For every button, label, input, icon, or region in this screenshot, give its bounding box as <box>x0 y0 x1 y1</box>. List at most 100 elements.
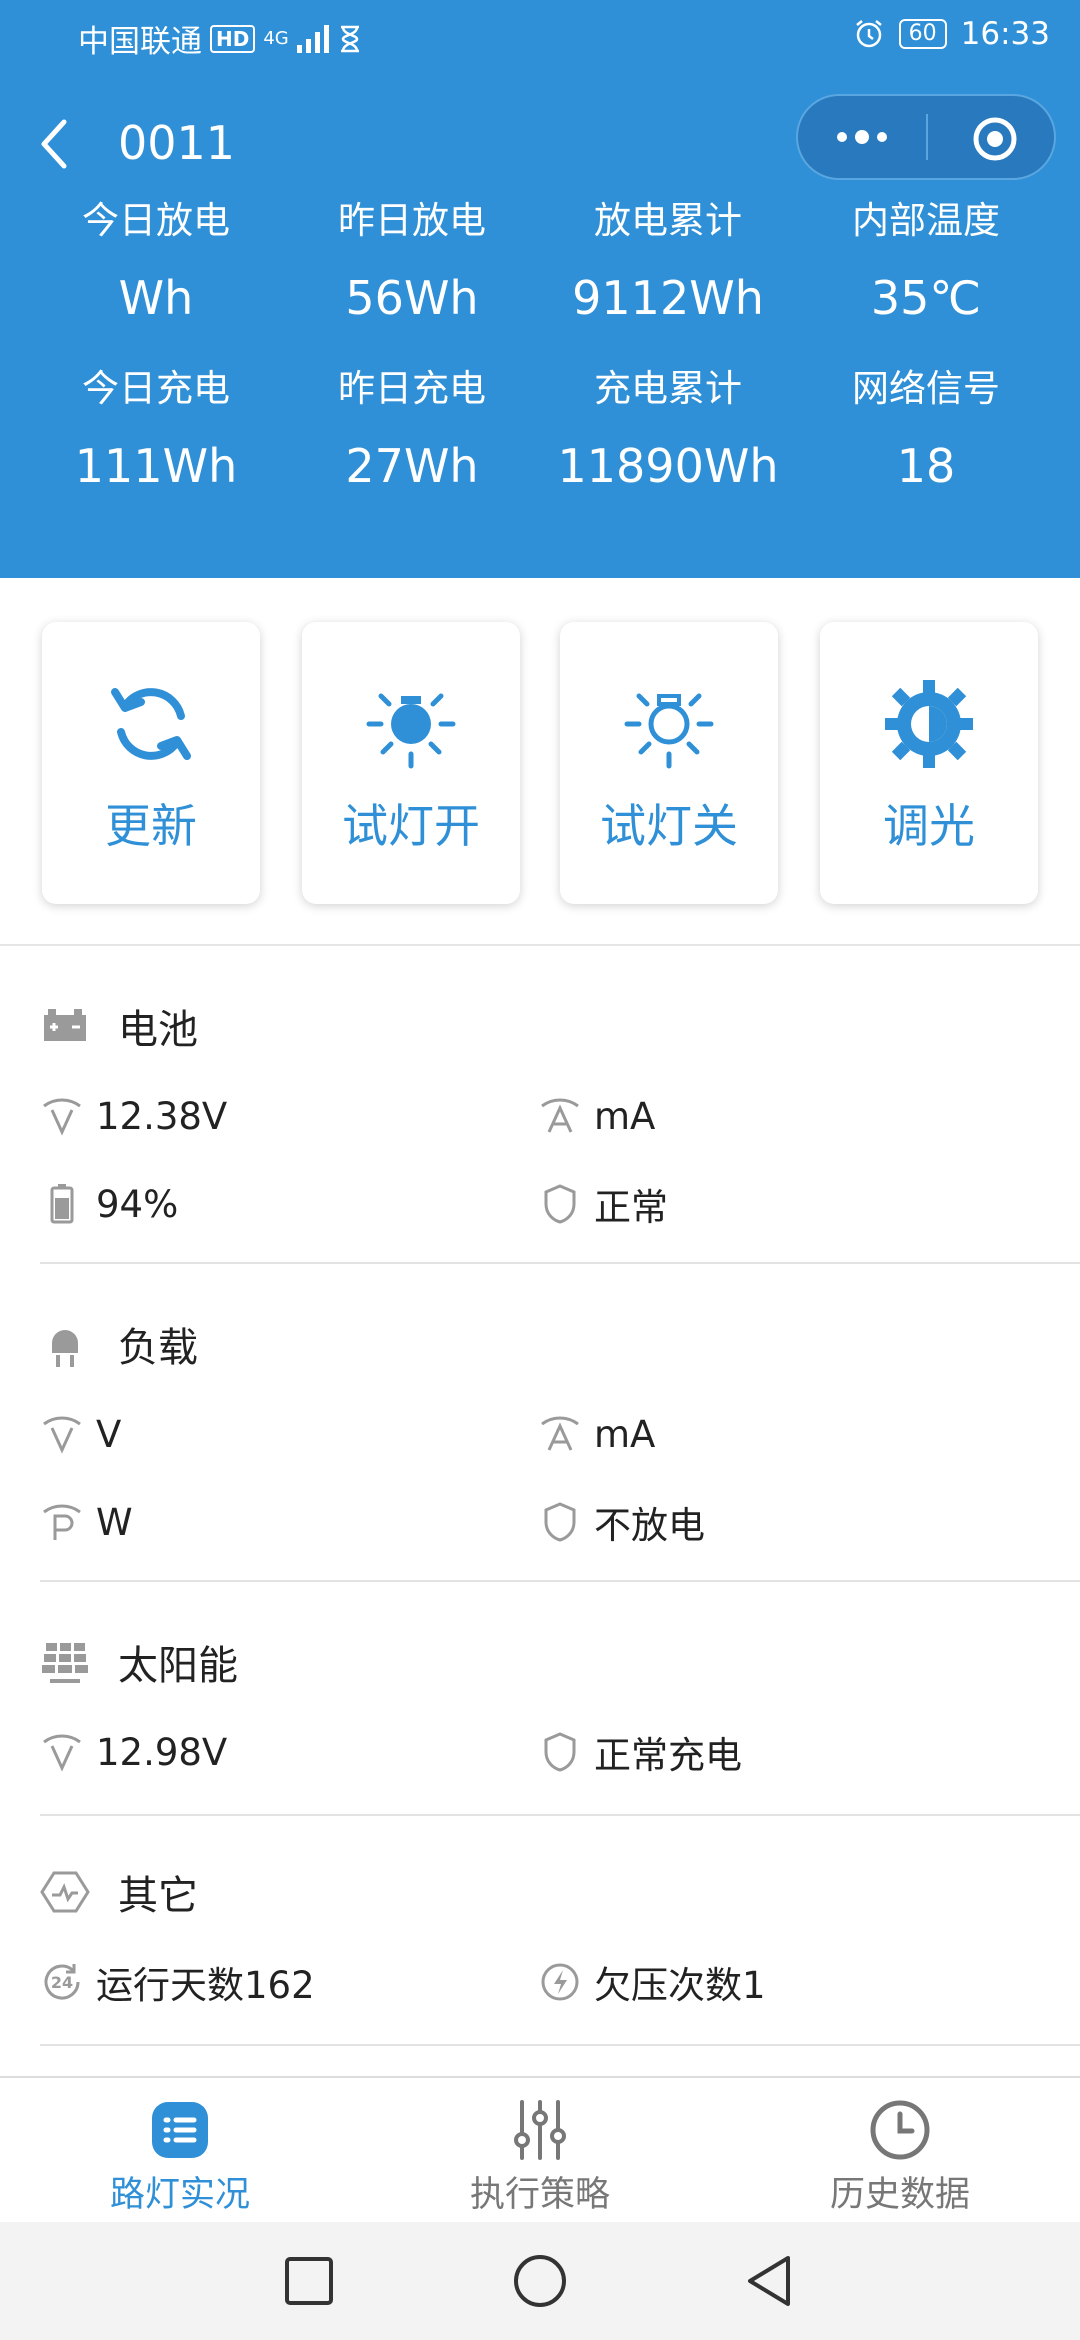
home-icon[interactable] <box>509 2250 571 2312</box>
action-cards: 更新 试灯开 试灯关 调光 <box>0 578 1080 944</box>
stat-yesterday-discharge: 昨日放电 56Wh <box>282 198 542 328</box>
load-current: mA <box>538 1404 655 1464</box>
network-type: 4G <box>263 28 289 49</box>
load-state-value: 不放电 <box>594 1504 705 1547</box>
stat-today-discharge: 今日放电 Wh <box>26 198 286 328</box>
capsule-separator <box>926 114 928 160</box>
stat-yesterday-charge: 昨日充电 27Wh <box>282 366 542 496</box>
more-dots-icon <box>837 130 887 144</box>
tab-streetlight-status[interactable]: 路灯实况 <box>0 2078 360 2224</box>
stat-label: 放电累计 <box>594 199 742 242</box>
tab-label: 历史数据 <box>829 2175 970 2215</box>
solar-state: 正常充电 <box>538 1722 742 1782</box>
stat-internal-temp: 内部温度 35℃ <box>796 198 1056 328</box>
bulb-off-icon <box>624 693 714 769</box>
light-off-label: 试灯关 <box>600 799 738 853</box>
stat-value: Wh <box>118 271 194 325</box>
close-target-icon[interactable] <box>972 116 1018 162</box>
dimming-label: 调光 <box>883 799 975 853</box>
stat-label: 内部温度 <box>852 199 1000 242</box>
signal-icon <box>296 24 329 53</box>
load-divider <box>40 1580 1080 1582</box>
light-on-button[interactable]: 试灯开 <box>302 622 520 904</box>
svg-text:24: 24 <box>51 1973 73 1992</box>
load-current-value: mA <box>594 1412 656 1456</box>
voltage-icon <box>43 1098 81 1136</box>
load-state: 不放电 <box>538 1492 705 1552</box>
stat-value: 56Wh <box>345 271 479 325</box>
battery-level-icon <box>50 1184 74 1224</box>
status-left: 中国联通 HD 4G <box>78 16 361 61</box>
stat-value: 35℃ <box>870 271 982 325</box>
stat-total-charge: 充电累计 11890Wh <box>538 366 798 496</box>
stat-value: 18 <box>896 439 956 493</box>
clock-icon <box>870 2100 930 2160</box>
other-title: 其它 <box>118 1873 198 1919</box>
stat-network-signal: 网络信号 18 <box>796 366 1056 496</box>
section-divider <box>0 944 1080 946</box>
solar-voltage-value: 12.98V <box>96 1730 228 1774</box>
stat-label: 今日放电 <box>82 199 230 242</box>
24h-icon: 24 <box>44 1964 80 2000</box>
light-on-label: 试灯开 <box>342 799 480 853</box>
back-arrow-icon[interactable] <box>36 114 76 174</box>
recent-apps-icon[interactable] <box>278 2250 340 2312</box>
battery-divider <box>40 1262 1080 1264</box>
shield-icon <box>544 1502 576 1542</box>
undervoltage-count: 欠压次数1 <box>538 1952 766 2012</box>
other-divider <box>40 2044 1080 2046</box>
refresh-icon <box>111 688 191 760</box>
solar-state-value: 正常充电 <box>594 1734 742 1777</box>
solar-panel-icon <box>42 1643 88 1683</box>
mini-program-capsule <box>796 94 1056 180</box>
stat-value: 11890Wh <box>557 439 779 493</box>
shield-icon <box>544 1184 576 1224</box>
dimming-button[interactable]: 调光 <box>820 622 1038 904</box>
tab-execution-policy[interactable]: 执行策略 <box>360 2078 720 2224</box>
solar-header: 太阳能 <box>40 1632 238 1692</box>
run-days-value: 运行天数162 <box>96 1964 315 2007</box>
battery-icon <box>44 1009 86 1041</box>
light-off-button[interactable]: 试灯关 <box>560 622 778 904</box>
other-header: 其它 <box>40 1862 198 1922</box>
stat-label: 今日充电 <box>82 367 230 410</box>
solar-divider <box>40 1814 1080 1816</box>
refresh-label: 更新 <box>105 799 197 853</box>
hexagon-pulse-icon <box>40 1871 90 1913</box>
bulb-on-icon <box>366 693 456 769</box>
battery-state-value: 正常 <box>594 1186 668 1229</box>
run-days: 24 运行天数162 <box>40 1952 315 2012</box>
status-bar: 中国联通 HD 4G 60 16:33 <box>0 0 1080 78</box>
tab-label: 路灯实况 <box>109 2175 250 2215</box>
tab-history-data[interactable]: 历史数据 <box>720 2078 1080 2224</box>
power-icon <box>43 1504 81 1540</box>
undervoltage-value: 欠压次数1 <box>594 1964 766 2007</box>
load-header: 负载 <box>40 1314 198 1374</box>
load-power-value: W <box>96 1500 133 1544</box>
back-icon[interactable] <box>740 2250 802 2312</box>
header: 0011 今日放电 Wh 昨日放电 56Wh 放电累计 9112Wh 内部温度 … <box>0 78 1080 578</box>
battery-level: 94% <box>40 1174 178 1234</box>
stat-total-discharge: 放电累计 9112Wh <box>538 198 798 328</box>
current-icon <box>541 1416 579 1451</box>
voltage-icon <box>43 1416 81 1454</box>
plug-icon <box>52 1330 78 1367</box>
load-power: W <box>40 1492 133 1552</box>
stat-label: 昨日充电 <box>338 367 486 410</box>
status-right: 60 16:33 <box>853 16 1050 52</box>
refresh-button[interactable]: 更新 <box>42 622 260 904</box>
stat-label: 网络信号 <box>852 367 1000 410</box>
current-icon <box>541 1098 579 1133</box>
shield-icon <box>544 1732 576 1772</box>
load-title: 负载 <box>118 1325 198 1371</box>
battery-title: 电池 <box>118 1007 198 1053</box>
tab-label: 执行策略 <box>469 2175 610 2215</box>
battery-header: 电池 <box>40 996 198 1056</box>
more-button[interactable] <box>798 96 926 178</box>
stat-value: 111Wh <box>74 439 238 493</box>
carrier-name: 中国联通 <box>78 24 202 60</box>
battery-voltage-value: 12.38V <box>96 1094 228 1138</box>
battery-level-value: 94% <box>96 1182 179 1226</box>
stat-value: 9112Wh <box>572 271 764 325</box>
stat-label: 昨日放电 <box>338 199 486 242</box>
